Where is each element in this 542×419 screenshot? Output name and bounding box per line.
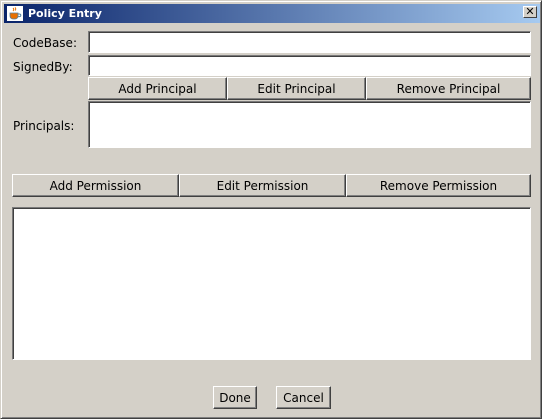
codebase-label: CodeBase: xyxy=(13,36,77,50)
title-bar[interactable]: Policy Entry ✕ xyxy=(4,4,540,23)
signedby-field[interactable] xyxy=(88,55,531,76)
add-principal-button[interactable]: Add Principal xyxy=(88,77,227,100)
edit-principal-button[interactable]: Edit Principal xyxy=(227,77,366,100)
java-cup-icon xyxy=(7,6,23,21)
done-button[interactable]: Done xyxy=(213,386,257,409)
close-icon: ✕ xyxy=(525,5,535,18)
edit-permission-button[interactable]: Edit Permission xyxy=(179,174,346,197)
remove-permission-button[interactable]: Remove Permission xyxy=(346,174,531,197)
window-title: Policy Entry xyxy=(28,7,102,20)
principals-list[interactable] xyxy=(88,101,531,148)
permissions-list[interactable] xyxy=(12,207,531,360)
principals-label: Principals: xyxy=(13,119,75,133)
remove-principal-button[interactable]: Remove Principal xyxy=(366,77,531,100)
cancel-button[interactable]: Cancel xyxy=(276,386,331,409)
policy-entry-dialog: Policy Entry ✕ CodeBase: SignedBy: Add P… xyxy=(0,0,542,419)
add-permission-button[interactable]: Add Permission xyxy=(12,174,179,197)
codebase-field[interactable] xyxy=(88,31,531,53)
signedby-label: SignedBy: xyxy=(13,60,73,74)
close-button[interactable]: ✕ xyxy=(523,6,537,18)
